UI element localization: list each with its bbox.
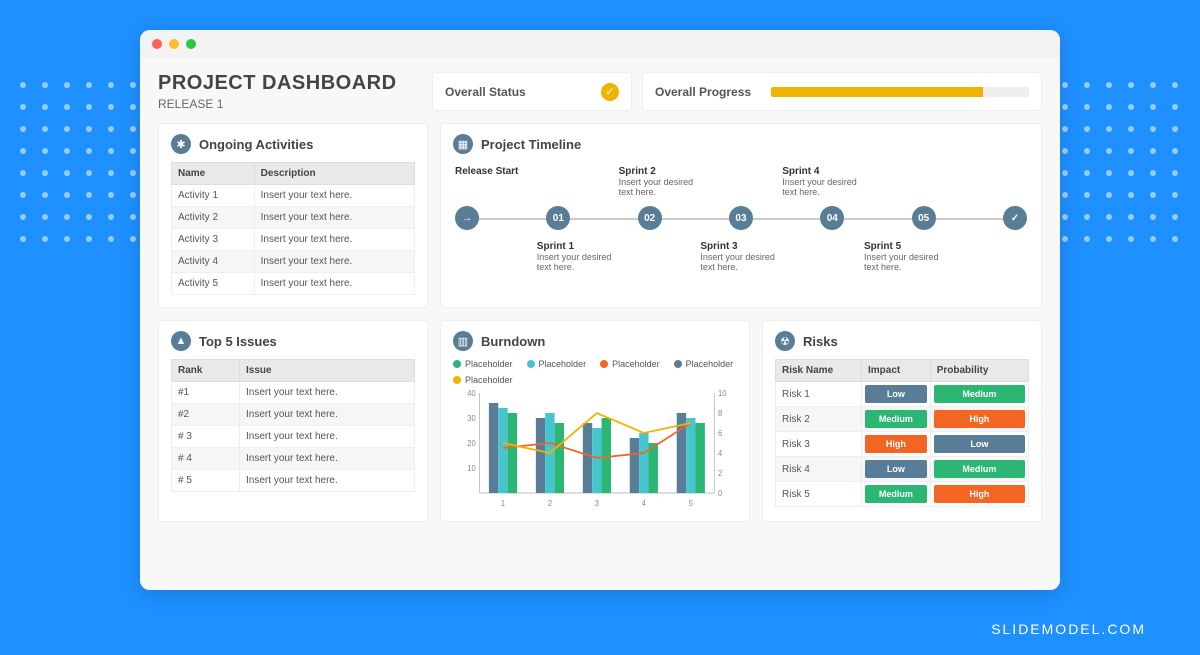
timeline-node: 01 xyxy=(546,206,570,230)
timeline-label: Sprint 4Insert your desired text here. xyxy=(782,166,863,197)
svg-text:2: 2 xyxy=(718,469,722,478)
project-timeline-card: ▦ Project Timeline Release Start Sprint 2… xyxy=(440,123,1042,308)
col-rank: Rank xyxy=(172,360,240,382)
risks-table: Risk Name Impact Probability Risk 1LowMe… xyxy=(775,359,1029,507)
timeline-label: Release Start xyxy=(455,166,536,197)
legend-item: Placeholder xyxy=(453,375,513,385)
overall-status-label: Overall Status xyxy=(445,85,526,99)
timeline-label: Sprint 5Insert your desired text here. xyxy=(864,241,945,272)
legend-item: Placeholder xyxy=(453,359,513,369)
table-row: Risk 2MediumHigh xyxy=(776,407,1029,432)
svg-text:10: 10 xyxy=(467,464,476,473)
timeline-label: Sprint 2Insert your desired text here. xyxy=(619,166,700,197)
activities-table: Name Description Activity 1Insert your t… xyxy=(171,162,415,295)
table-row: Risk 5MediumHigh xyxy=(776,482,1029,507)
table-row: Risk 3HighLow xyxy=(776,432,1029,457)
table-row: Activity 2Insert your text here. xyxy=(172,207,415,229)
svg-text:20: 20 xyxy=(467,439,476,448)
col-issue: Issue xyxy=(240,360,415,382)
card-title: Project Timeline xyxy=(481,137,581,152)
timeline-node: ✓ xyxy=(1003,206,1027,230)
svg-text:1: 1 xyxy=(501,499,505,508)
page-subtitle: RELEASE 1 xyxy=(158,97,418,111)
timeline-node: 04 xyxy=(820,206,844,230)
col-impact: Impact xyxy=(862,360,931,382)
app-window: PROJECT DASHBOARD RELEASE 1 Overall Stat… xyxy=(140,30,1060,590)
col-riskname: Risk Name xyxy=(776,360,862,382)
table-row: Activity 4Insert your text here. xyxy=(172,251,415,273)
svg-text:6: 6 xyxy=(718,429,722,438)
svg-text:3: 3 xyxy=(595,499,599,508)
maximize-icon[interactable] xyxy=(186,39,196,49)
burndown-chart: 10203040024681012345 xyxy=(453,389,737,509)
window-titlebar xyxy=(140,30,1060,58)
svg-text:40: 40 xyxy=(467,389,476,398)
svg-text:4: 4 xyxy=(718,449,723,458)
top-issues-card: ▲ Top 5 Issues Rank Issue #1Insert your … xyxy=(158,320,428,522)
table-row: Activity 1Insert your text here. xyxy=(172,185,415,207)
issues-table: Rank Issue #1Insert your text here.#2Ins… xyxy=(171,359,415,492)
overall-progress-label: Overall Progress xyxy=(655,85,751,99)
timeline-node: 05 xyxy=(912,206,936,230)
timeline-label: Sprint 3Insert your desired text here. xyxy=(700,241,781,272)
calendar-icon: ▦ xyxy=(453,134,473,154)
svg-text:10: 10 xyxy=(718,389,727,398)
table-row: # 3Insert your text here. xyxy=(172,426,415,448)
timeline-node: 02 xyxy=(638,206,662,230)
table-row: Activity 3Insert your text here. xyxy=(172,229,415,251)
brand-watermark: SLIDEMODEL.COM xyxy=(991,621,1146,637)
overall-status-card: Overall Status ✓ xyxy=(432,72,632,111)
col-prob: Probability xyxy=(930,360,1028,382)
card-title: Ongoing Activities xyxy=(199,137,313,152)
timeline-node: 03 xyxy=(729,206,753,230)
close-icon[interactable] xyxy=(152,39,162,49)
gear-icon: ✱ xyxy=(171,134,191,154)
col-name: Name xyxy=(172,163,255,185)
svg-text:0: 0 xyxy=(718,489,723,498)
page-title: PROJECT DASHBOARD xyxy=(158,72,418,95)
timeline-label: Sprint 1Insert your desired text here. xyxy=(537,241,618,272)
burndown-card: ▥ Burndown PlaceholderPlaceholderPlaceho… xyxy=(440,320,750,522)
legend-item: Placeholder xyxy=(600,359,660,369)
overall-progress-card: Overall Progress xyxy=(642,72,1042,111)
table-row: Risk 1LowMedium xyxy=(776,382,1029,407)
svg-text:2: 2 xyxy=(548,499,552,508)
card-title: Burndown xyxy=(481,334,545,349)
card-title: Top 5 Issues xyxy=(199,334,277,349)
legend-item: Placeholder xyxy=(527,359,587,369)
svg-text:8: 8 xyxy=(718,409,722,418)
timeline-node: → xyxy=(455,206,479,230)
chart-icon: ▥ xyxy=(453,331,473,351)
svg-text:4: 4 xyxy=(642,499,647,508)
chart-legend: Placeholder Placeholder Placeholder Placeho… xyxy=(453,359,737,385)
minimize-icon[interactable] xyxy=(169,39,179,49)
hazard-icon: ☢ xyxy=(775,331,795,351)
svg-text:5: 5 xyxy=(689,499,693,508)
legend-item: Placeholder xyxy=(674,359,734,369)
table-row: # 5Insert your text here. xyxy=(172,470,415,492)
table-row: #1Insert your text here. xyxy=(172,382,415,404)
table-row: # 4Insert your text here. xyxy=(172,448,415,470)
svg-text:30: 30 xyxy=(467,414,476,423)
col-desc: Description xyxy=(254,163,414,185)
ongoing-activities-card: ✱ Ongoing Activities Name Description Ac… xyxy=(158,123,428,308)
table-row: #2Insert your text here. xyxy=(172,404,415,426)
table-row: Activity 5Insert your text here. xyxy=(172,273,415,295)
table-row: Risk 4LowMedium xyxy=(776,457,1029,482)
progress-bar xyxy=(771,87,1029,97)
card-title: Risks xyxy=(803,334,838,349)
status-check-icon: ✓ xyxy=(601,83,619,101)
dashboard-content: PROJECT DASHBOARD RELEASE 1 Overall Stat… xyxy=(140,58,1060,590)
risks-card: ☢ Risks Risk Name Impact Probability Ris… xyxy=(762,320,1042,522)
flame-icon: ▲ xyxy=(171,331,191,351)
